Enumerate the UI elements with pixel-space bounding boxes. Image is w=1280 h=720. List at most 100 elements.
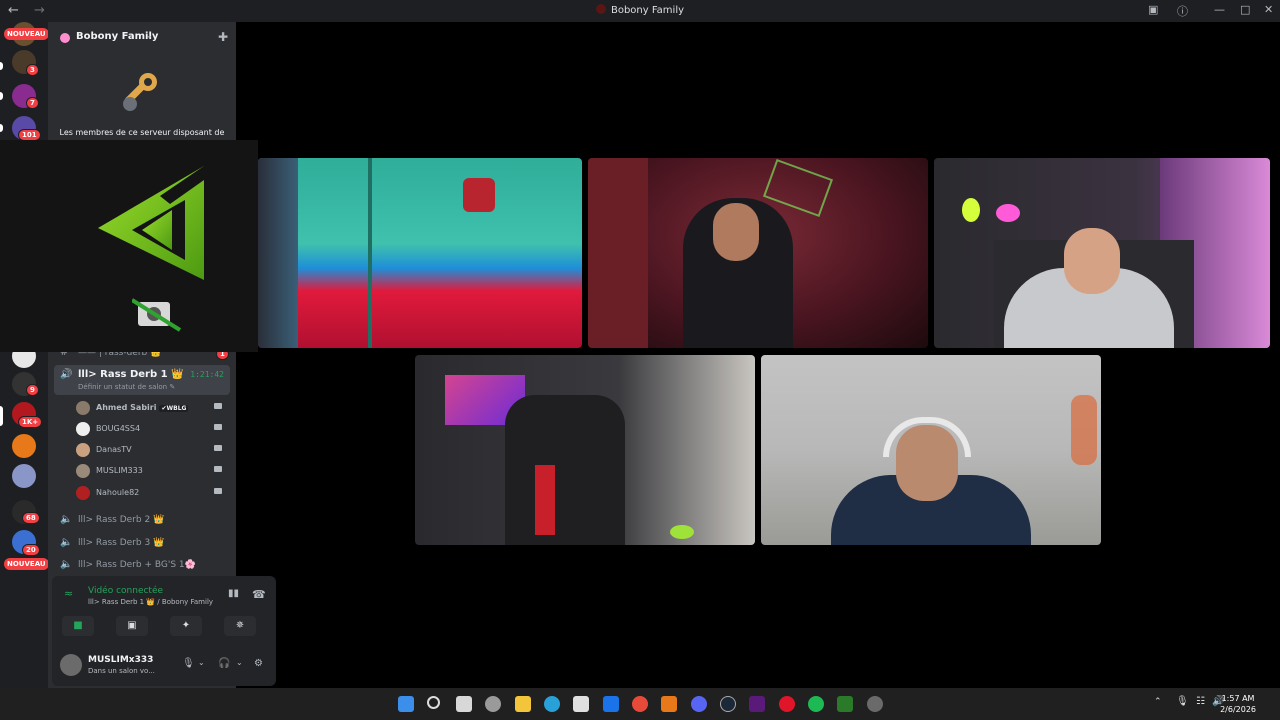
speaker-icon: 🔈	[60, 537, 73, 548]
mention-badge: 9	[26, 384, 39, 396]
brand-logo	[98, 166, 204, 280]
avatar	[76, 464, 90, 478]
avatar	[76, 486, 90, 500]
jersey-crest	[463, 178, 495, 212]
camera-icon	[214, 466, 222, 472]
speaker-icon: 🔊	[60, 369, 73, 380]
microphone-icon[interactable]: 🎙	[1176, 696, 1189, 707]
new-badge: NOUVEAU	[4, 28, 49, 40]
chrome-icon[interactable]	[632, 696, 648, 712]
task-view-icon[interactable]	[456, 696, 472, 712]
video-tile[interactable]	[934, 158, 1270, 348]
search-icon[interactable]	[427, 696, 440, 709]
chevron-down-icon[interactable]: ⌄	[236, 658, 243, 667]
screen-share-button[interactable]: ▣	[116, 616, 148, 636]
app-icon[interactable]	[661, 696, 677, 712]
channel-name: lll> Rass Derb 1 👑	[78, 369, 184, 380]
camera-icon	[214, 403, 222, 409]
file-explorer-icon[interactable]	[515, 696, 531, 712]
camera-icon	[214, 445, 222, 451]
avatar[interactable]	[60, 654, 82, 676]
mention-badge: 68	[22, 512, 40, 524]
boost-text: Les membres de ce serveur disposant de	[59, 128, 225, 137]
app-icon[interactable]	[749, 696, 765, 712]
mention-badge: 7	[26, 97, 39, 109]
headphones-icon[interactable]: 🎧	[218, 658, 230, 669]
video-tile[interactable]	[415, 355, 755, 545]
video-popout[interactable]	[0, 140, 258, 352]
help-icon[interactable]: ⓘ	[1177, 3, 1188, 19]
mention-badge: 20	[22, 544, 40, 556]
voice-connection-panel: ≈ Vidéo connectée lll> Rass Derb 1 👑 / B…	[52, 576, 276, 686]
server-rail: NOUVEAU 3 7 101 9 1K+ 68 20 NOUVEAU	[0, 22, 49, 688]
voice-user[interactable]: MUSLIM333	[76, 461, 226, 481]
signal-icon: ≈	[64, 587, 74, 600]
maximize-icon[interactable]: □	[1240, 3, 1250, 16]
mail-icon[interactable]	[603, 696, 619, 712]
wifi-icon[interactable]: ☷	[1196, 696, 1205, 707]
channel-status[interactable]: Définir un statut de salon ✎	[78, 383, 175, 391]
microphone-icon[interactable]: 🎙	[182, 658, 195, 669]
server-icon	[595, 4, 606, 14]
inbox-icon[interactable]: ▣	[1148, 3, 1158, 16]
voice-user[interactable]: Nahoule82	[76, 483, 226, 503]
voice-user[interactable]: BOUG4SS4	[76, 419, 226, 439]
voice-channel[interactable]: 🔈 lll> Rass Derb 2 👑	[54, 510, 230, 530]
voice-user[interactable]: DanasTV	[76, 440, 226, 460]
invite-icon[interactable]: ✚	[218, 30, 228, 44]
video-tile[interactable]	[258, 158, 582, 348]
chevron-down-icon: ⌄	[146, 31, 153, 40]
video-tile[interactable]	[761, 355, 1101, 545]
voice-channel-active[interactable]: 🔊 lll> Rass Derb 1 👑 Définir un statut d…	[54, 365, 230, 395]
connection-location[interactable]: lll> Rass Derb 1 👑 / Bobony Family	[88, 598, 213, 606]
disconnect-icon[interactable]: ☎	[252, 588, 266, 601]
start-icon[interactable]	[398, 696, 414, 712]
mention-badge: 3	[26, 64, 39, 76]
camera-icon	[214, 488, 222, 494]
server-icon	[60, 33, 70, 43]
spotify-icon[interactable]	[808, 696, 824, 712]
headset	[883, 417, 971, 457]
voice-user[interactable]: Ahmed Sabiri ✔WBLG	[76, 398, 226, 418]
user-status: Dans un salon vo...	[88, 667, 155, 675]
avatar	[76, 422, 90, 436]
username: MUSLIMx333	[88, 655, 154, 665]
voice-channel[interactable]: 🔈 lll> Rass Derb 3 👑	[54, 533, 230, 553]
settings-gear-icon[interactable]: ⚙	[254, 658, 263, 669]
channel-sidebar: Bobony Family ⌄ ✚ Les membres de ce serv…	[48, 22, 276, 688]
avatar	[76, 401, 90, 415]
settings-icon[interactable]	[485, 696, 501, 712]
clock[interactable]: 1:57 AM 2/6/2026	[1220, 693, 1256, 715]
edge-icon[interactable]	[544, 696, 560, 712]
title-bar: ← → Bobony Family ▣ ⓘ — □ ✕	[0, 0, 1280, 22]
steam-icon[interactable]	[720, 696, 736, 712]
minimize-icon[interactable]: —	[1214, 3, 1225, 16]
opera-icon[interactable]	[779, 696, 795, 712]
app-icon[interactable]	[867, 696, 883, 712]
taskbar: ⌃ 🎙 ☷ 🔊 1:57 AM 2/6/2026	[0, 688, 1280, 720]
guild-icon[interactable]	[12, 434, 36, 458]
store-icon[interactable]	[573, 696, 589, 712]
app-icon[interactable]	[837, 696, 853, 712]
discord-icon[interactable]	[691, 696, 707, 712]
activities-button[interactable]: ✦	[170, 616, 202, 636]
soundboard-button[interactable]: ✵	[224, 616, 256, 636]
new-badge: NOUVEAU	[4, 558, 49, 570]
noise-suppression-icon[interactable]: ▮▮	[228, 588, 239, 599]
avatar	[76, 443, 90, 457]
close-icon[interactable]: ✕	[1264, 3, 1273, 16]
voice-channel[interactable]: 🔈 lll> Rass Derb + BG'S 1🌸	[54, 555, 230, 575]
speaker-icon: 🔈	[60, 559, 73, 570]
key-icon	[123, 73, 157, 111]
guild-icon[interactable]	[12, 464, 36, 488]
mention-badge: 1K+	[18, 416, 43, 428]
video-tile[interactable]	[588, 158, 928, 348]
camera-icon	[214, 424, 222, 430]
user-panel: MUSLIMx333 Dans un salon vo... 🎙 ⌄ 🎧 ⌄ ⚙	[52, 646, 276, 686]
chevron-down-icon[interactable]: ⌄	[198, 658, 205, 667]
camera-off-icon	[132, 298, 182, 332]
camera-button[interactable]: ■	[62, 616, 94, 636]
speaker-icon: 🔈	[60, 514, 73, 525]
chevron-up-icon[interactable]: ⌃	[1154, 697, 1162, 707]
server-header[interactable]: Bobony Family ⌄ ✚	[48, 22, 236, 54]
